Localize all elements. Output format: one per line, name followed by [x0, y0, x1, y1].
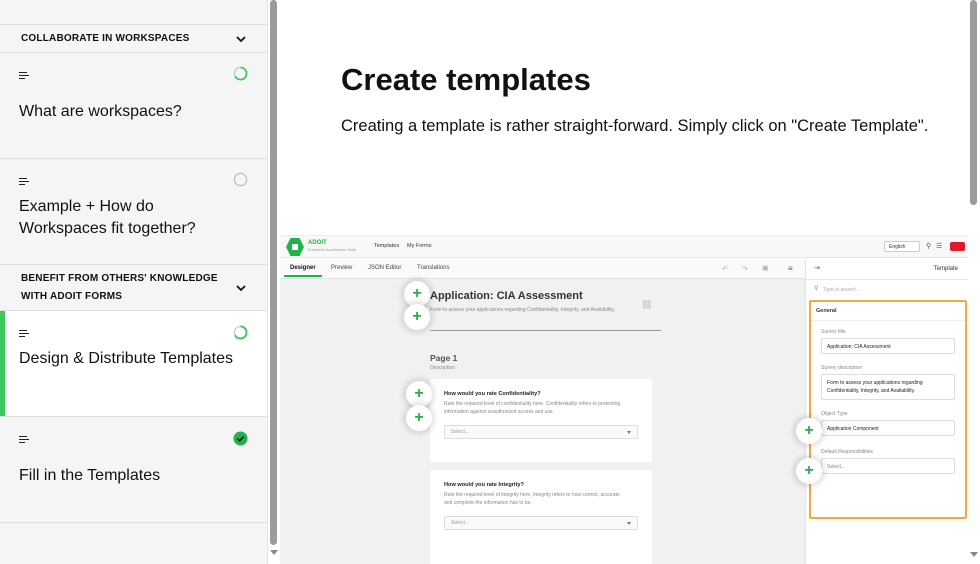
responsibilities-select[interactable]: Select... [821, 458, 955, 474]
question-select[interactable]: Select... [444, 516, 638, 530]
lesson-icon [19, 72, 29, 80]
dropdown-arrow-icon [627, 431, 631, 434]
question-card-confidentiality[interactable]: How would you rate Confidentiality? Rate… [430, 379, 652, 462]
tab-preview[interactable]: Preview [331, 265, 352, 271]
app-subtitle: Enterprise Architecture Suite [308, 248, 357, 252]
question-description: Rate the required level of integrity her… [444, 492, 620, 506]
survey-description-label: Survey description [821, 365, 863, 371]
add-element-plus-icon[interactable]: + [406, 381, 432, 407]
content-scrollbar[interactable] [968, 0, 980, 564]
panel-title: Template [933, 266, 958, 272]
location-icon[interactable]: ⚲ [926, 242, 931, 250]
nav-my-forms[interactable]: My Forms [407, 243, 431, 249]
settings-sliders-icon[interactable]: ≡ [788, 264, 793, 273]
tab-designer[interactable]: Designer [284, 265, 322, 277]
group-title: General [816, 308, 837, 314]
image-placeholder-icon[interactable]: ▨ [642, 299, 651, 310]
survey-title-label: Survey title [821, 329, 846, 335]
property-panel: ⇥ Template ⚲ Type to search... General S… [805, 259, 968, 564]
add-property-plus-icon[interactable]: + [796, 418, 822, 444]
panel-search-input[interactable]: Type to search... [823, 287, 860, 293]
select-placeholder: Select... [451, 429, 470, 435]
lesson-label: What are workspaces? [19, 103, 182, 120]
sidebar-scrollbar[interactable] [269, 0, 278, 564]
save-icon[interactable]: ▣ [762, 264, 769, 272]
lesson-heading: Create templates [341, 62, 591, 97]
scroll-down-arrow-icon[interactable] [970, 552, 978, 557]
lesson-item-example-workspaces[interactable]: Example + How do Workspaces fit together… [0, 159, 267, 265]
add-element-plus-icon[interactable]: + [404, 304, 430, 330]
lesson-label: Example + How do Workspaces fit together… [19, 198, 196, 237]
lesson-item-fill-templates[interactable]: Fill in the Templates [0, 417, 267, 523]
language-value: English [889, 244, 906, 250]
question-title: How would you rate Integrity? [444, 482, 524, 488]
course-sidebar: COLLABORATE IN WORKSPACES What are works… [0, 0, 268, 564]
content-scrollbar-thumb[interactable] [970, 0, 977, 205]
page-title: Page 1 [430, 353, 458, 363]
lesson-icon [19, 330, 29, 338]
survey-title-value: Application: CIA Assessment [827, 344, 891, 350]
progress-ring-icon [233, 66, 248, 81]
designer-canvas: Application: CIA Assessment Form to asse… [280, 279, 805, 564]
lesson-paragraph: Creating a template is rather straight-f… [341, 117, 929, 135]
add-element-plus-icon[interactable]: + [406, 405, 432, 431]
lesson-label: Fill in the Templates [19, 467, 161, 484]
scroll-down-arrow-icon[interactable] [269, 550, 278, 555]
question-select[interactable]: Select... [444, 425, 638, 439]
dropdown-arrow-icon [627, 522, 631, 525]
app-root: COLLABORATE IN WORKSPACES What are works… [0, 0, 980, 564]
adoit-logo-icon [286, 238, 304, 256]
language-select[interactable]: English [884, 241, 920, 252]
group-divider [811, 320, 965, 321]
tab-json-editor[interactable]: JSON Editor [368, 265, 401, 271]
survey-description-value: Form to assess your applications regardi… [827, 380, 923, 394]
sidebar-top-spacer [0, 0, 267, 25]
object-type-label: Object Type [821, 411, 848, 417]
app-name: ADOIT [308, 240, 327, 246]
object-type-select[interactable]: Application Component [821, 420, 955, 436]
responsibilities-label: Default Responsibilities [821, 449, 873, 455]
document-icon[interactable]: ☰ [936, 242, 942, 250]
flag-icon[interactable] [950, 242, 965, 251]
lesson-item-design-distribute[interactable]: Design & Distribute Templates [0, 311, 267, 417]
lesson-icon [19, 178, 29, 186]
chevron-down-icon [236, 285, 246, 292]
lesson-item-what-are-workspaces[interactable]: What are workspaces? [0, 53, 267, 159]
redo-icon[interactable]: ↷ [742, 265, 748, 273]
lesson-icon [19, 436, 29, 444]
survey-title-field[interactable]: Application: CIA Assessment [821, 338, 955, 354]
app-topbar: ADOIT Enterprise Architecture Suite Temp… [280, 236, 968, 258]
chevron-down-icon [236, 36, 246, 43]
undo-icon[interactable]: ↶ [722, 265, 728, 273]
question-card-integrity[interactable]: How would you rate Integrity? Rate the r… [430, 470, 652, 564]
section-title: COLLABORATE IN WORKSPACES [21, 33, 190, 44]
check-circle-icon [233, 431, 248, 446]
panel-divider [806, 279, 968, 280]
lesson-label: Design & Distribute Templates [19, 350, 234, 367]
embedded-screenshot: ADOIT Enterprise Architecture Suite Temp… [280, 235, 968, 564]
designer-tabs: Designer Preview JSON Editor Translation… [280, 259, 805, 279]
object-type-value: Application Component [827, 426, 879, 432]
progress-ring-icon [233, 325, 248, 340]
responsibilities-value: Select... [827, 464, 846, 470]
section-header-adoit-forms[interactable]: BENEFIT FROM OTHERS' KNOWLEDGE WITH ADOI… [0, 265, 267, 311]
nav-templates[interactable]: Templates [374, 243, 399, 249]
section-header-workspaces[interactable]: COLLABORATE IN WORKSPACES [0, 25, 267, 53]
section-title: BENEFIT FROM OTHERS' KNOWLEDGE WITH ADOI… [21, 273, 218, 302]
title-underline [430, 330, 661, 331]
form-description[interactable]: Form to assess your applications regardi… [430, 306, 620, 314]
general-group: General Survey title Application: CIA As… [809, 300, 967, 519]
collapse-panel-icon[interactable]: ⇥ [814, 264, 820, 272]
tab-translations[interactable]: Translations [417, 265, 449, 271]
not-started-ring-icon [233, 172, 248, 187]
question-title: How would you rate Confidentiality? [444, 391, 541, 397]
form-title[interactable]: Application: CIA Assessment [430, 290, 583, 302]
search-icon: ⚲ [814, 286, 819, 292]
question-description: Rate the required level of confidentiali… [444, 401, 621, 415]
sidebar-scrollbar-thumb[interactable] [270, 0, 277, 545]
survey-description-field[interactable]: Form to assess your applications regardi… [821, 374, 955, 400]
select-placeholder: Select... [451, 520, 470, 526]
add-property-plus-icon[interactable]: + [796, 458, 822, 484]
page-description: Description [430, 365, 456, 371]
